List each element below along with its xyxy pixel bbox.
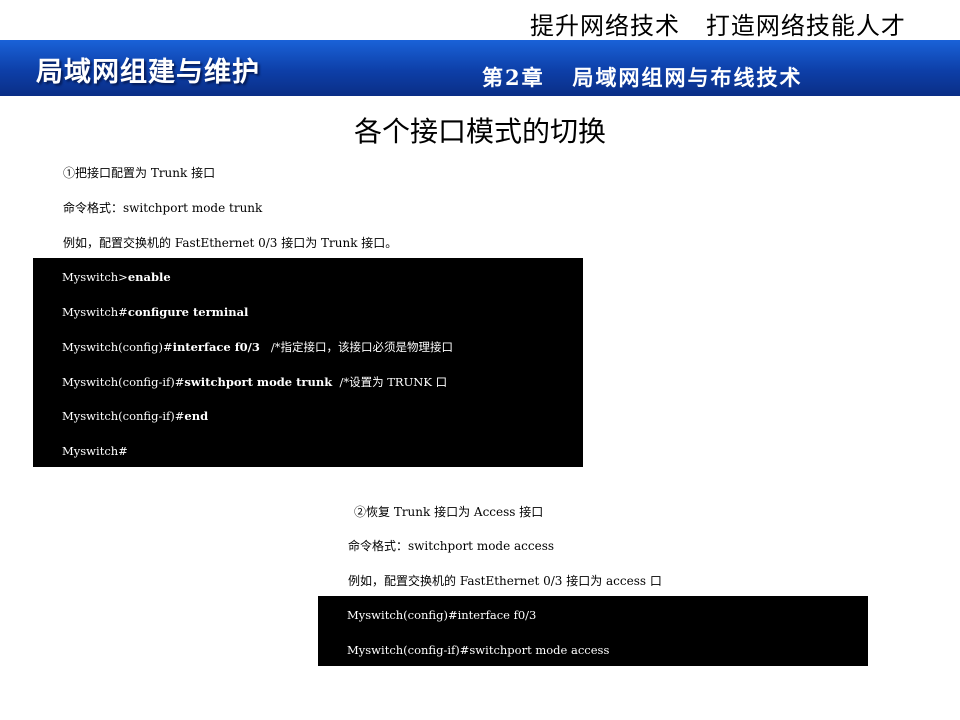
terminal-prompt: Myswitch# bbox=[62, 305, 128, 319]
terminal-prompt: Myswitch(config)# bbox=[62, 340, 173, 354]
terminal-prompt: Myswitch# bbox=[62, 444, 128, 458]
terminal-prompt: Myswitch> bbox=[62, 270, 128, 284]
chapter-title: 第2章 局域网组网与布线技术 bbox=[482, 65, 803, 90]
course-title: 局域网组建与维护 bbox=[36, 57, 260, 88]
terminal-command: interface f0/3 bbox=[172, 340, 260, 354]
section2-format: 命令格式：switchport mode access bbox=[348, 539, 555, 553]
terminal-line: Myswitch(config)#interface f0/3 bbox=[347, 608, 537, 622]
page-title: 各个接口模式的切换 bbox=[353, 115, 606, 148]
terminal-command: end bbox=[184, 409, 209, 423]
terminal-line: Myswitch(config-if)#switchport mode trun… bbox=[62, 374, 447, 390]
section1-example: 例如，配置交换机的 FastEthernet 0/3 接口为 Trunk 接口。 bbox=[63, 236, 398, 250]
section2-heading: ②恢复 Trunk 接口为 Access 接口 bbox=[354, 505, 544, 519]
section1-heading: ①把接口配置为 Trunk 接口 bbox=[63, 166, 216, 180]
terminal-comment: /*指定接口，该接口必须是物理接口 bbox=[259, 340, 453, 354]
terminal-comment: /*设置为 TRUNK 口 bbox=[332, 375, 448, 389]
terminal-command: switchport mode trunk bbox=[184, 375, 333, 389]
terminal-prompt: Myswitch(config-if)# bbox=[62, 409, 185, 423]
terminal-line: Myswitch# bbox=[62, 444, 128, 458]
terminal-prompt: Myswitch(config-if)# bbox=[62, 375, 185, 389]
section1-format: 命令格式：switchport mode trunk bbox=[63, 201, 263, 215]
terminal-line: Myswitch(config-if)#switchport mode acce… bbox=[347, 643, 610, 657]
terminal-line: Myswitch>enable bbox=[62, 270, 171, 284]
terminal-line: Myswitch(config-if)#end bbox=[62, 409, 208, 423]
terminal-command: configure terminal bbox=[127, 305, 249, 319]
title-banner: 局域网组建与维护 第2章 局域网组网与布线技术 bbox=[0, 40, 960, 96]
terminal-line: Myswitch#configure terminal bbox=[62, 305, 248, 319]
terminal-block-trunk: Myswitch>enable Myswitch#configure termi… bbox=[33, 258, 583, 467]
terminal-line: Myswitch(config)#interface f0/3 /*指定接口，该… bbox=[62, 339, 453, 355]
section2-example: 例如，配置交换机的 FastEthernet 0/3 接口为 access 口 bbox=[348, 574, 662, 588]
terminal-command: enable bbox=[127, 270, 171, 284]
header-slogan: 提升网络技术 打造网络技能人才 bbox=[530, 12, 906, 40]
terminal-block-access: Myswitch(config)#interface f0/3 Myswitch… bbox=[318, 596, 868, 666]
